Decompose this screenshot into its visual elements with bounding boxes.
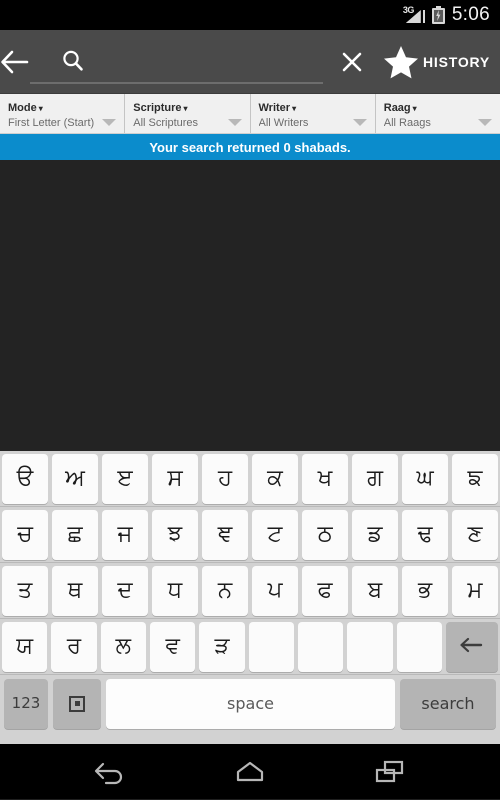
key-gurmukhi[interactable]: ਙ <box>452 453 498 504</box>
key-gurmukhi[interactable]: ਕ <box>252 453 298 504</box>
keyboard-row-4: ਯ ਰ ਲ ਵ ੜ <box>0 619 500 675</box>
key-gurmukhi[interactable]: ੲ <box>102 453 148 504</box>
search-input[interactable] <box>86 50 323 71</box>
action-bar: HISTORY <box>0 30 500 94</box>
android-nav-bar <box>0 744 500 799</box>
key-gurmukhi[interactable]: ਤ <box>2 565 48 616</box>
ime-switch-icon[interactable] <box>53 678 101 729</box>
key-gurmukhi[interactable]: ਅ <box>52 453 98 504</box>
keyboard-row-3: ਤ ਥ ਦ ਧ ਨ ਪ ਫ ਬ ਭ ਮ <box>0 563 500 619</box>
filter-mode-title: Mode ▾ <box>8 101 124 116</box>
ime-glyph <box>69 695 85 712</box>
keyboard-row-bottom: 123 space search <box>0 675 500 732</box>
nav-back-icon[interactable] <box>80 744 140 799</box>
close-x-icon[interactable] <box>327 30 377 94</box>
chevron-down-icon: ▾ <box>412 103 417 113</box>
filter-scripture-dropdown-arrow[interactable] <box>227 119 242 126</box>
filter-scripture-title-text: Scripture <box>133 101 182 114</box>
key-gurmukhi[interactable]: ਗ <box>352 453 398 504</box>
search-container <box>30 30 383 94</box>
key-gurmukhi[interactable]: ਝ <box>152 509 198 560</box>
key-gurmukhi[interactable]: ਸ <box>152 453 198 504</box>
chevron-down-icon: ▾ <box>292 103 297 113</box>
filter-mode-title-text: Mode <box>8 101 37 114</box>
space-key[interactable]: space <box>106 678 395 729</box>
key-blank[interactable] <box>248 621 294 672</box>
phone-screen: 3G 5:06 HISTORY Mode ▾ First Letter (Sta… <box>0 0 500 800</box>
filter-writer-dropdown-arrow[interactable] <box>352 119 367 126</box>
key-gurmukhi[interactable]: ਮ <box>452 565 498 616</box>
chevron-down-icon: ▾ <box>38 103 43 113</box>
back-arrow-icon[interactable] <box>0 30 30 94</box>
key-gurmukhi[interactable]: ਭ <box>402 565 448 616</box>
key-gurmukhi[interactable]: ਡ <box>352 509 398 560</box>
key-gurmukhi[interactable]: ਜ <box>102 509 148 560</box>
key-blank[interactable] <box>347 621 393 672</box>
key-gurmukhi[interactable]: ਖ <box>302 453 348 504</box>
filter-writer-title: Writer ▾ <box>259 101 375 116</box>
nav-home-icon[interactable] <box>220 744 280 799</box>
search-result-banner: Your search returned 0 shabads. <box>0 134 500 160</box>
key-gurmukhi[interactable]: ਲ <box>100 621 146 672</box>
star-icon[interactable] <box>383 30 419 94</box>
signal-bar-separator <box>422 10 425 23</box>
key-gurmukhi[interactable]: ਫ <box>302 565 348 616</box>
key-gurmukhi[interactable]: ਣ <box>452 509 498 560</box>
keyboard-row-2: ਚ ਛ ਜ ਝ ਞ ਟ ਠ ਡ ਢ ਣ <box>0 507 500 563</box>
key-gurmukhi[interactable]: ਧ <box>152 565 198 616</box>
network-type-label: 3G <box>402 5 415 15</box>
clock: 5:06 <box>451 4 490 25</box>
key-gurmukhi[interactable]: ਦ <box>102 565 148 616</box>
filter-raag-title-text: Raag <box>383 101 411 114</box>
key-gurmukhi[interactable]: ਞ <box>202 509 248 560</box>
numeric-key[interactable]: 123 <box>4 678 48 729</box>
filter-bar: Mode ▾ First Letter (Start) Scripture ▾ Al… <box>0 94 500 134</box>
key-gurmukhi[interactable]: ਥ <box>52 565 98 616</box>
keyboard-row-1: ੳ ਅ ੲ ਸ ਹ ਕ ਖ ਗ ਘ ਙ <box>0 451 500 507</box>
key-gurmukhi[interactable]: ਰ <box>51 621 97 672</box>
backspace-icon[interactable] <box>445 621 498 672</box>
key-gurmukhi[interactable]: ਬ <box>352 565 398 616</box>
filter-raag[interactable]: Raag ▾ All Raags <box>376 94 500 133</box>
key-gurmukhi[interactable]: ਚ <box>2 509 48 560</box>
filter-writer-title-text: Writer <box>258 101 291 114</box>
key-blank[interactable] <box>297 621 344 672</box>
key-gurmukhi[interactable]: ਢ <box>402 509 448 560</box>
filter-raag-title: Raag ▾ <box>384 101 500 116</box>
filter-scripture-title: Scripture ▾ <box>133 101 249 116</box>
filter-mode[interactable]: Mode ▾ First Letter (Start) <box>0 94 126 133</box>
key-gurmukhi[interactable]: ਹ <box>202 453 248 504</box>
search-field[interactable] <box>30 40 323 84</box>
battery-charging-icon <box>431 6 445 24</box>
chevron-down-icon: ▾ <box>183 103 188 113</box>
search-key[interactable]: search <box>400 678 496 729</box>
filter-mode-dropdown-arrow[interactable] <box>102 119 117 126</box>
key-gurmukhi[interactable]: ੜ <box>199 621 245 672</box>
key-gurmukhi[interactable]: ਛ <box>52 509 98 560</box>
filter-scripture[interactable]: Scripture ▾ All Scriptures <box>125 94 251 133</box>
key-gurmukhi[interactable]: ਯ <box>2 621 48 672</box>
nav-recents-icon[interactable] <box>360 744 420 799</box>
key-gurmukhi[interactable]: ਵ <box>149 621 196 672</box>
search-icon <box>60 48 86 74</box>
key-gurmukhi[interactable]: ਟ <box>252 509 298 560</box>
key-gurmukhi[interactable]: ੳ <box>2 453 48 504</box>
key-blank[interactable] <box>396 621 442 672</box>
filter-writer[interactable]: Writer ▾ All Writers <box>251 94 376 133</box>
key-gurmukhi[interactable]: ਨ <box>202 565 248 616</box>
signal-3g-icon: 3G <box>402 5 425 24</box>
key-gurmukhi[interactable]: ਘ <box>402 453 448 504</box>
results-list[interactable] <box>0 160 500 451</box>
key-gurmukhi[interactable]: ਪ <box>252 565 298 616</box>
backspace-arrow <box>460 635 484 658</box>
gurmukhi-keyboard: ੳ ਅ ੲ ਸ ਹ ਕ ਖ ਗ ਘ ਙ ਚ ਛ ਜ ਝ ਞ ਟ ਠ ਡ ਢ ਣ … <box>0 451 500 744</box>
history-button[interactable]: HISTORY <box>419 54 500 70</box>
key-gurmukhi[interactable]: ਠ <box>302 509 348 560</box>
status-bar: 3G 5:06 <box>0 0 500 30</box>
filter-raag-dropdown-arrow[interactable] <box>478 119 492 126</box>
